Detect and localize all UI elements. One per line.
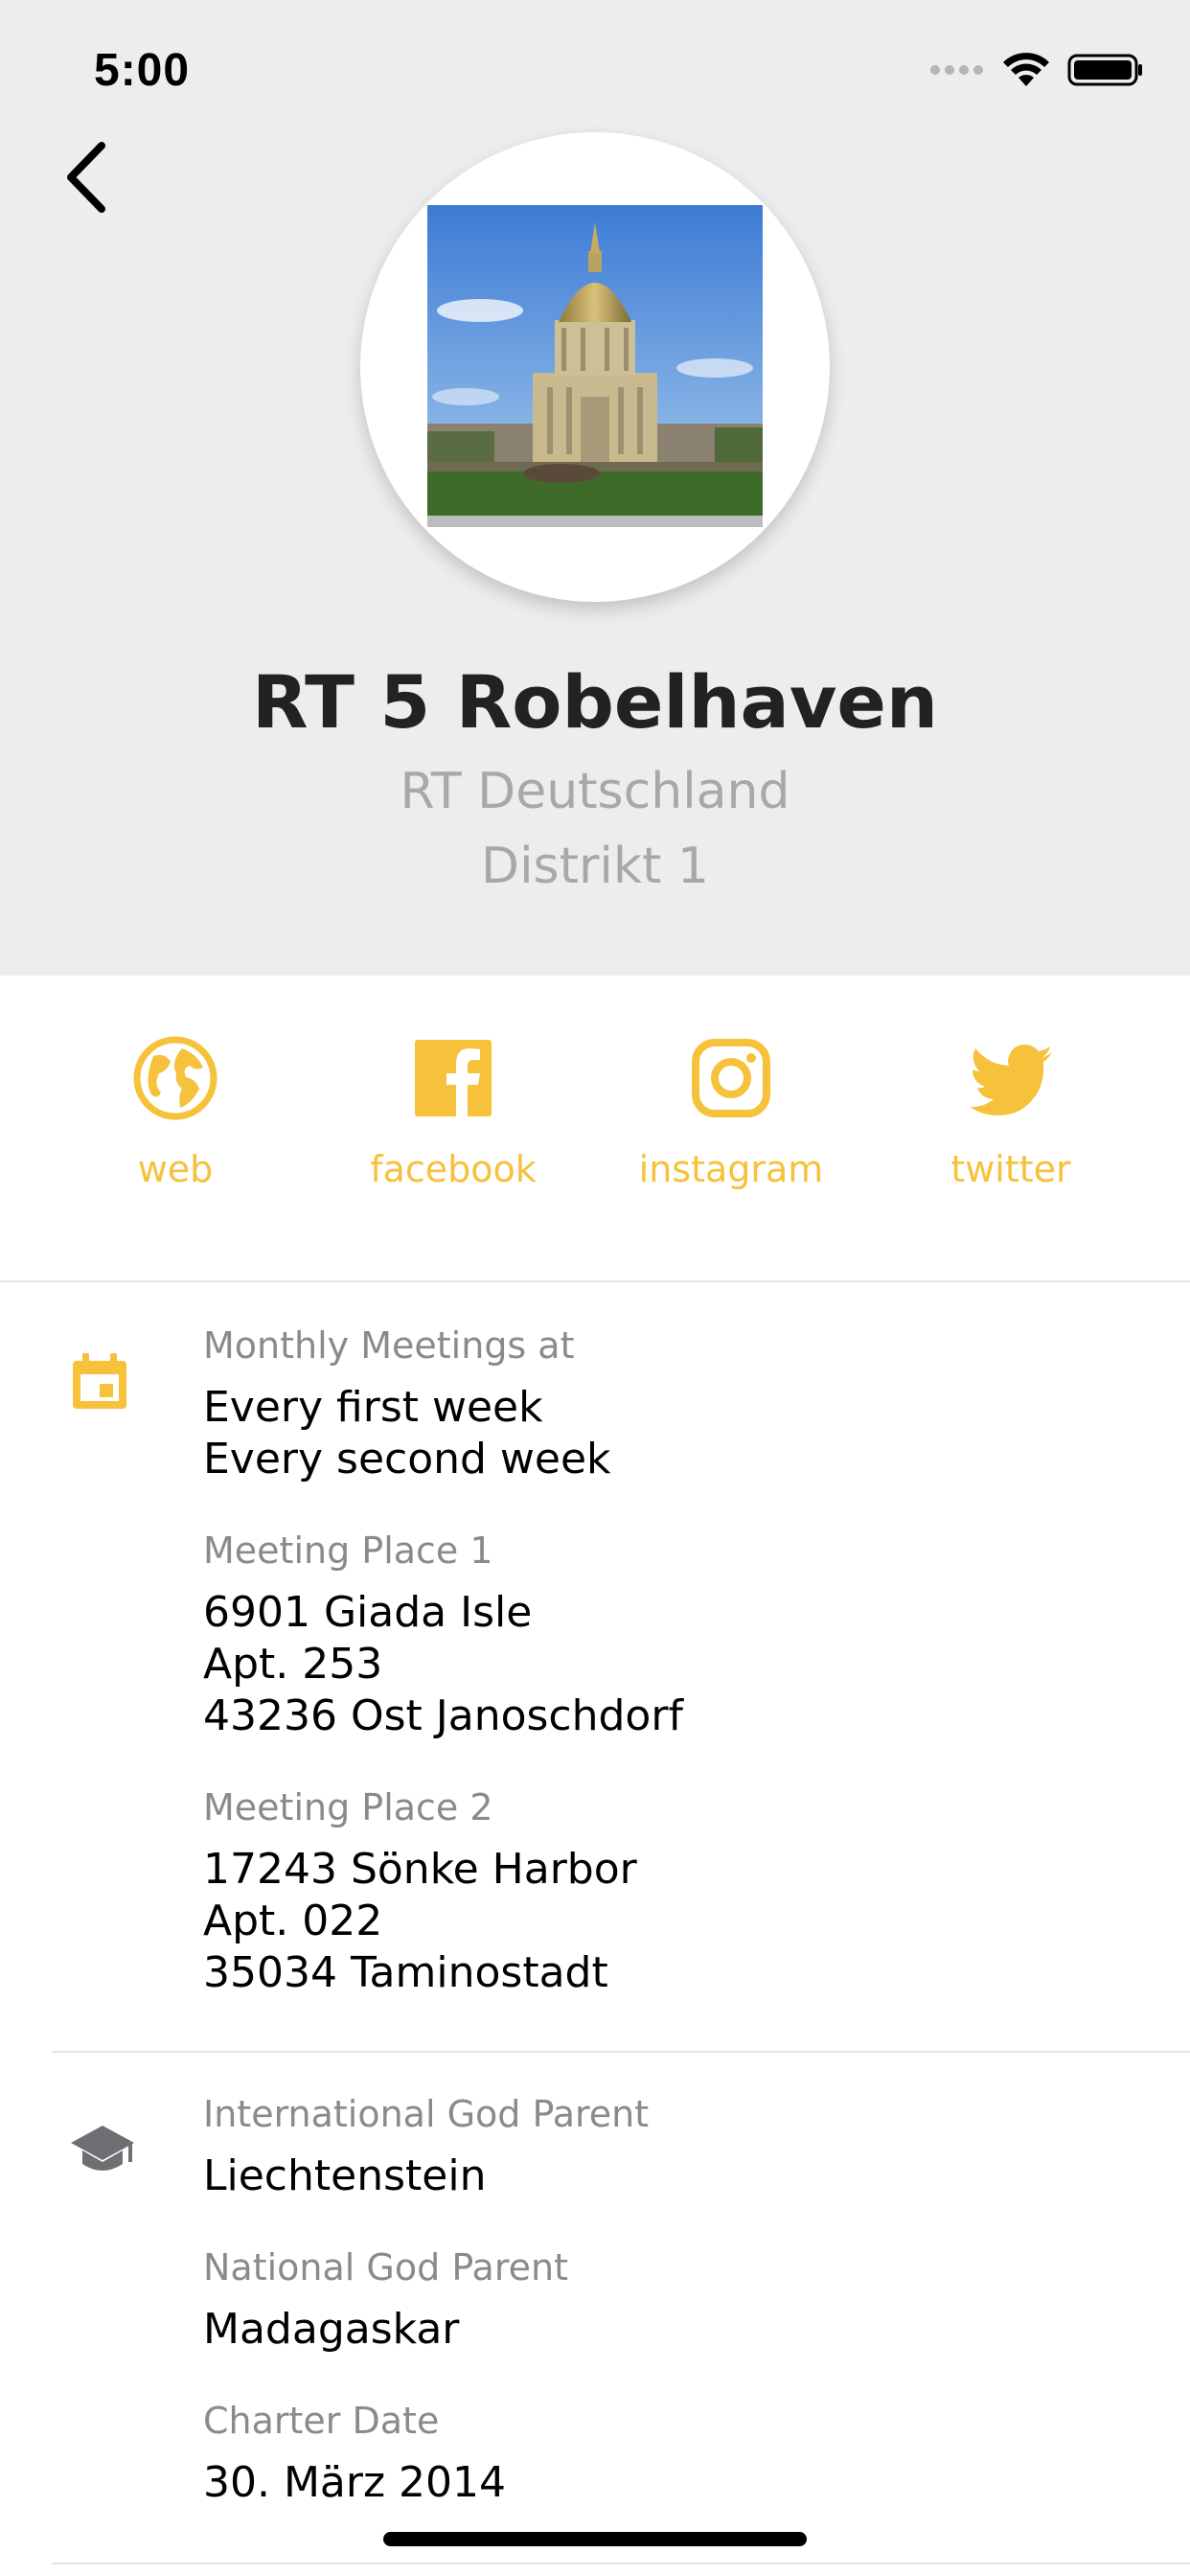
social-instagram-button[interactable]: instagram	[592, 1035, 870, 1190]
social-web-button[interactable]: web	[36, 1035, 314, 1190]
meeting-place-2-address: 17243 Sönke Harbor Apt. 022 35034 Tamino…	[203, 1844, 637, 1999]
back-button[interactable]	[59, 134, 117, 220]
wifi-icon	[1003, 53, 1049, 86]
globe-icon	[133, 1036, 217, 1120]
profile-header: 5:00 RT 5 Robelhaven RT Deutschland Dist…	[0, 0, 1190, 976]
calendar-icon	[73, 1353, 126, 1409]
signal-icon	[930, 65, 983, 75]
club-avatar	[360, 132, 830, 602]
monthly-meetings-value: Every first week Every second week	[203, 1382, 611, 1485]
social-instagram-label: instagram	[638, 1148, 824, 1190]
international-god-parent-value: Liechtenstein	[203, 2151, 487, 2200]
club-photo	[427, 205, 763, 527]
battery-icon	[1067, 54, 1142, 86]
address-line: Apt. 253	[203, 1640, 383, 1689]
address-line: 17243 Sönke Harbor	[203, 1845, 637, 1894]
charter-date-label: Charter Date	[203, 2400, 440, 2442]
address-line: 43236 Ost Janoschdorf	[203, 1691, 683, 1740]
twitter-icon	[970, 1045, 1052, 1116]
home-indicator[interactable]	[383, 2532, 807, 2546]
section-divider	[52, 2563, 1190, 2564]
meeting-place-1-address: 6901 Giada Isle Apt. 253 43236 Ost Janos…	[203, 1587, 683, 1742]
monthly-line: Every second week	[203, 1435, 611, 1484]
meetings-section: Monthly Meetings at Every first week Eve…	[0, 1282, 1190, 2051]
club-country: RT Deutschland	[400, 763, 790, 820]
address-line: 35034 Taminostadt	[203, 1948, 608, 1997]
status-time: 5:00	[94, 45, 191, 96]
charter-date-value: 30. März 2014	[203, 2458, 507, 2507]
social-facebook-button[interactable]: facebook	[314, 1035, 592, 1190]
club-name: RT 5 Robelhaven	[251, 659, 939, 745]
chevron-left-icon	[67, 142, 105, 213]
social-web-label: web	[137, 1148, 214, 1190]
club-district: Distrikt 1	[481, 838, 709, 895]
meeting-place-1-label: Meeting Place 1	[203, 1530, 493, 1572]
instagram-icon	[692, 1039, 770, 1117]
graduation-cap-icon	[71, 2126, 134, 2171]
god-parent-section: International God Parent Liechtenstein N…	[0, 2053, 1190, 2551]
meeting-place-2-label: Meeting Place 2	[203, 1786, 493, 1828]
facebook-icon	[415, 1040, 492, 1116]
social-twitter-label: twitter	[950, 1148, 1071, 1190]
address-line: Apt. 022	[203, 1897, 383, 1945]
monthly-meetings-label: Monthly Meetings at	[203, 1324, 575, 1367]
national-god-parent-value: Madagaskar	[203, 2305, 460, 2354]
monthly-line: Every first week	[203, 1383, 543, 1432]
social-facebook-label: facebook	[370, 1148, 537, 1190]
address-line: 6901 Giada Isle	[203, 1588, 533, 1637]
status-icons	[929, 52, 1144, 88]
social-twitter-button[interactable]: twitter	[872, 1035, 1150, 1190]
international-god-parent-label: International God Parent	[203, 2093, 650, 2135]
national-god-parent-label: National God Parent	[203, 2246, 568, 2288]
social-links: web facebook instagram twitter	[0, 976, 1190, 1282]
